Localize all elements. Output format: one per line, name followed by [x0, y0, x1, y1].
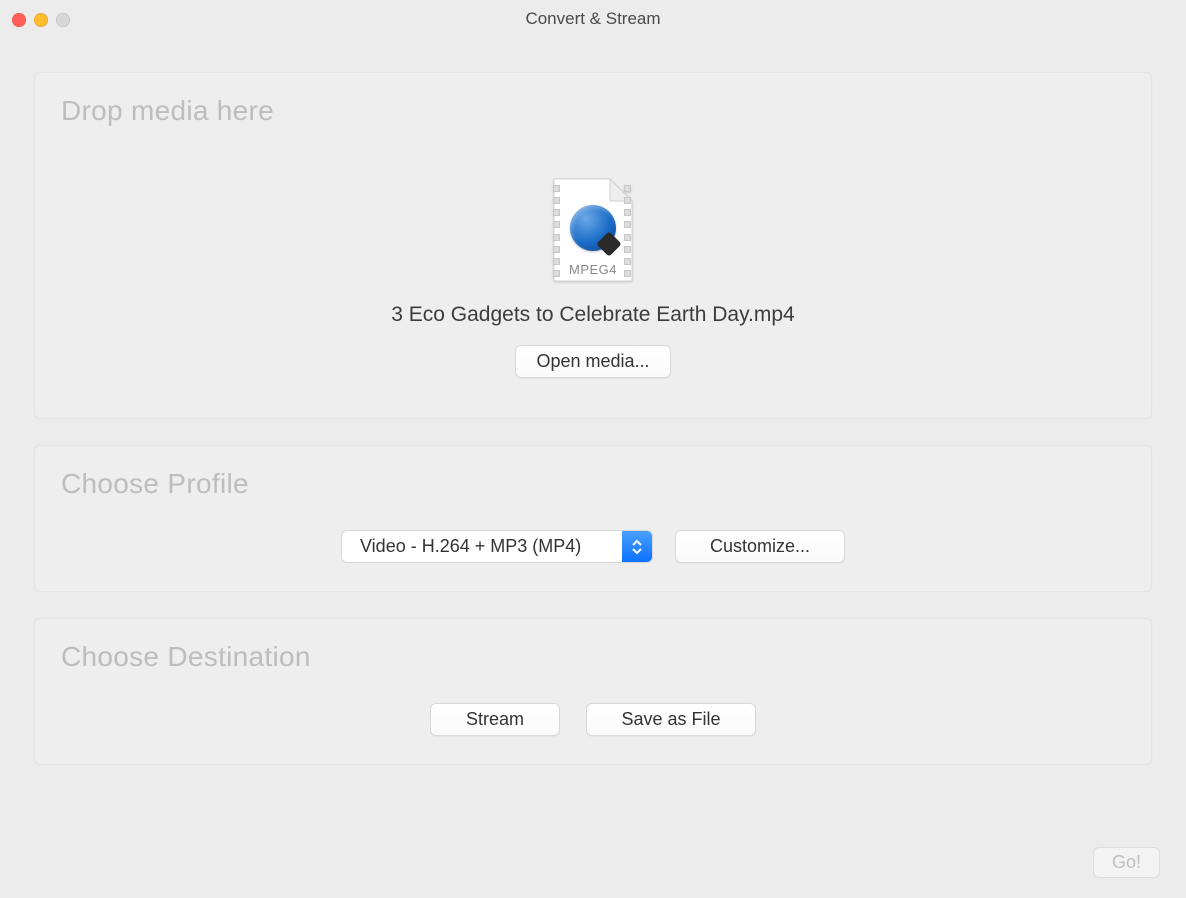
customize-profile-button[interactable]: Customize... [675, 530, 845, 563]
go-button: Go! [1093, 847, 1160, 878]
profile-select-value: Video - H.264 + MP3 (MP4) [342, 531, 622, 562]
media-file-icon: MPEG4 [548, 177, 638, 285]
file-type-badge: MPEG4 [548, 262, 638, 277]
titlebar: Convert & Stream [0, 0, 1186, 38]
choose-profile-panel: Choose Profile Video - H.264 + MP3 (MP4)… [34, 445, 1152, 592]
select-arrows-icon [622, 531, 652, 562]
drop-media-heading: Drop media here [61, 95, 1125, 127]
drop-area[interactable]: MPEG4 3 Eco Gadgets to Celebrate Earth D… [61, 177, 1125, 378]
choose-destination-heading: Choose Destination [61, 641, 1125, 673]
window-title: Convert & Stream [0, 9, 1186, 29]
footer: Go! [1093, 847, 1160, 878]
quicktime-logo-icon [570, 205, 616, 251]
window-content: Drop media here MPEG4 3 Eco Gadgets to C… [0, 38, 1186, 765]
destination-row: Stream Save as File [61, 703, 1125, 736]
choose-profile-heading: Choose Profile [61, 468, 1125, 500]
selected-filename: 3 Eco Gadgets to Celebrate Earth Day.mp4 [391, 303, 795, 327]
open-media-button[interactable]: Open media... [515, 345, 670, 378]
profile-row: Video - H.264 + MP3 (MP4) Customize... [61, 530, 1125, 563]
stream-button[interactable]: Stream [430, 703, 560, 736]
save-as-file-button[interactable]: Save as File [586, 703, 756, 736]
drop-media-panel[interactable]: Drop media here MPEG4 3 Eco Gadgets to C… [34, 72, 1152, 419]
choose-destination-panel: Choose Destination Stream Save as File [34, 618, 1152, 765]
profile-select[interactable]: Video - H.264 + MP3 (MP4) [341, 530, 653, 563]
